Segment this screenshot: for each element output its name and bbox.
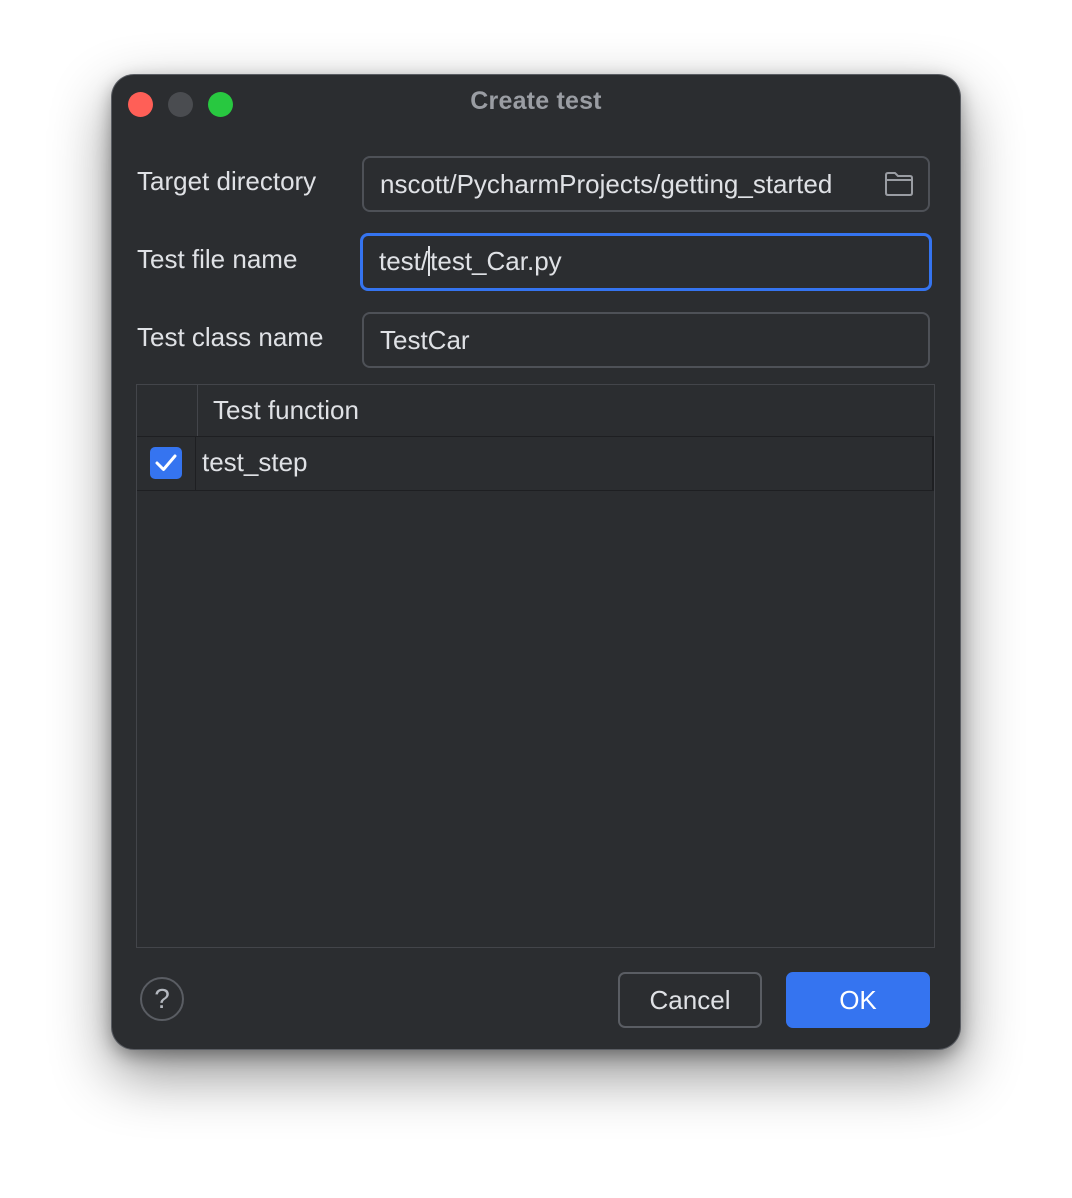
create-test-dialog: Create test Target directory nscott/Pych… (112, 75, 960, 1049)
help-button[interactable]: ? (140, 977, 184, 1021)
cancel-button[interactable]: Cancel (618, 972, 762, 1028)
table-row[interactable]: test_step (137, 436, 934, 491)
test-function-column-header[interactable]: Test function (213, 395, 359, 426)
test-class-name-input[interactable]: TestCar (362, 312, 930, 368)
target-directory-label: Target directory (137, 166, 317, 196)
ok-button[interactable]: OK (786, 972, 930, 1028)
folder-icon[interactable] (884, 171, 914, 197)
target-directory-value: nscott/PycharmProjects/getting_started (380, 169, 833, 199)
target-directory-field[interactable]: nscott/PycharmProjects/getting_started (362, 156, 930, 212)
test-step-checkbox[interactable] (150, 447, 182, 479)
test-file-name-value-prefix: test/ (379, 246, 429, 276)
test-function-name: test_step (202, 447, 308, 477)
test-class-name-value: TestCar (380, 325, 470, 355)
table-header: Test function (137, 385, 934, 437)
test-class-name-label: Test class name (137, 322, 324, 352)
test-function-table: Test function test_step (136, 384, 935, 948)
test-file-name-label: Test file name (137, 244, 298, 274)
dialog-title: Create test (470, 87, 602, 115)
checkmark-icon (155, 454, 177, 471)
test-file-name-value-suffix: test_Car.py (430, 246, 562, 276)
test-file-name-input[interactable]: test/test_Car.py (360, 233, 932, 291)
column-divider (195, 436, 196, 491)
column-divider (197, 385, 198, 436)
